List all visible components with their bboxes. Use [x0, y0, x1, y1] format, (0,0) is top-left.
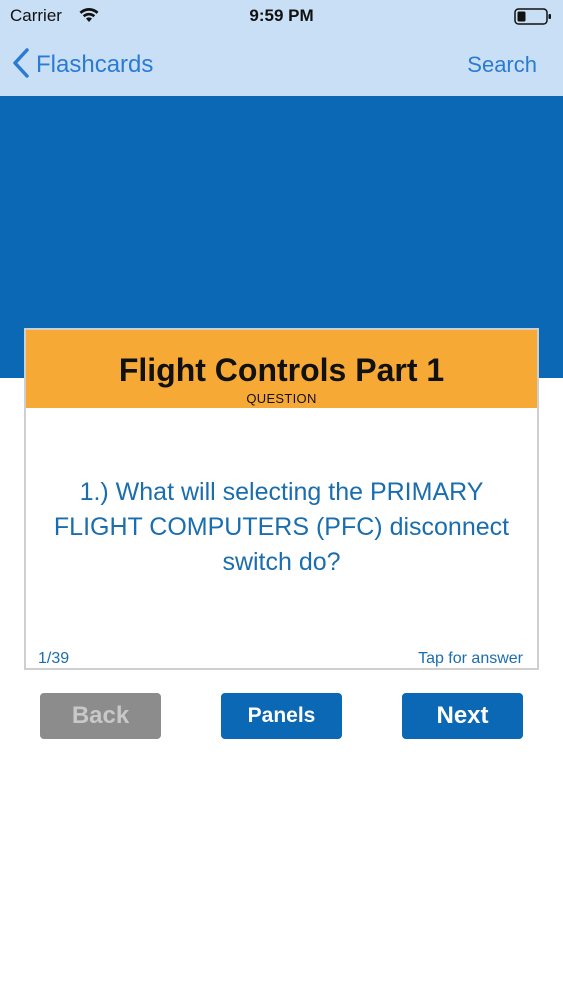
search-button[interactable]: Search — [467, 52, 537, 78]
chevron-left-icon — [12, 47, 30, 84]
panels-button[interactable]: Panels — [221, 693, 342, 739]
navigation-header: Carrier 9:59 PM Flashcards Search — [0, 0, 563, 96]
tap-for-answer-hint: Tap for answer — [418, 650, 523, 667]
next-button[interactable]: Next — [402, 693, 523, 739]
back-button[interactable]: Back — [40, 693, 161, 739]
card-header: Flight Controls Part 1 QUESTION — [26, 330, 537, 408]
clock: 9:59 PM — [249, 6, 314, 25]
back-to-flashcards-button[interactable]: Flashcards — [12, 47, 154, 84]
flashcard[interactable]: Flight Controls Part 1 QUESTION 1.) What… — [24, 328, 539, 670]
status-bar: Carrier 9:59 PM — [0, 0, 563, 32]
card-title: Flight Controls Part 1 — [118, 352, 445, 388]
question-text: 1.) What will selecting the PRIMARY FLIG… — [53, 478, 510, 576]
back-button-label: Flashcards — [36, 51, 154, 78]
card-counter: 1/39 — [38, 650, 70, 667]
card-side-label: QUESTION — [246, 391, 317, 406]
battery-icon — [514, 8, 552, 31]
